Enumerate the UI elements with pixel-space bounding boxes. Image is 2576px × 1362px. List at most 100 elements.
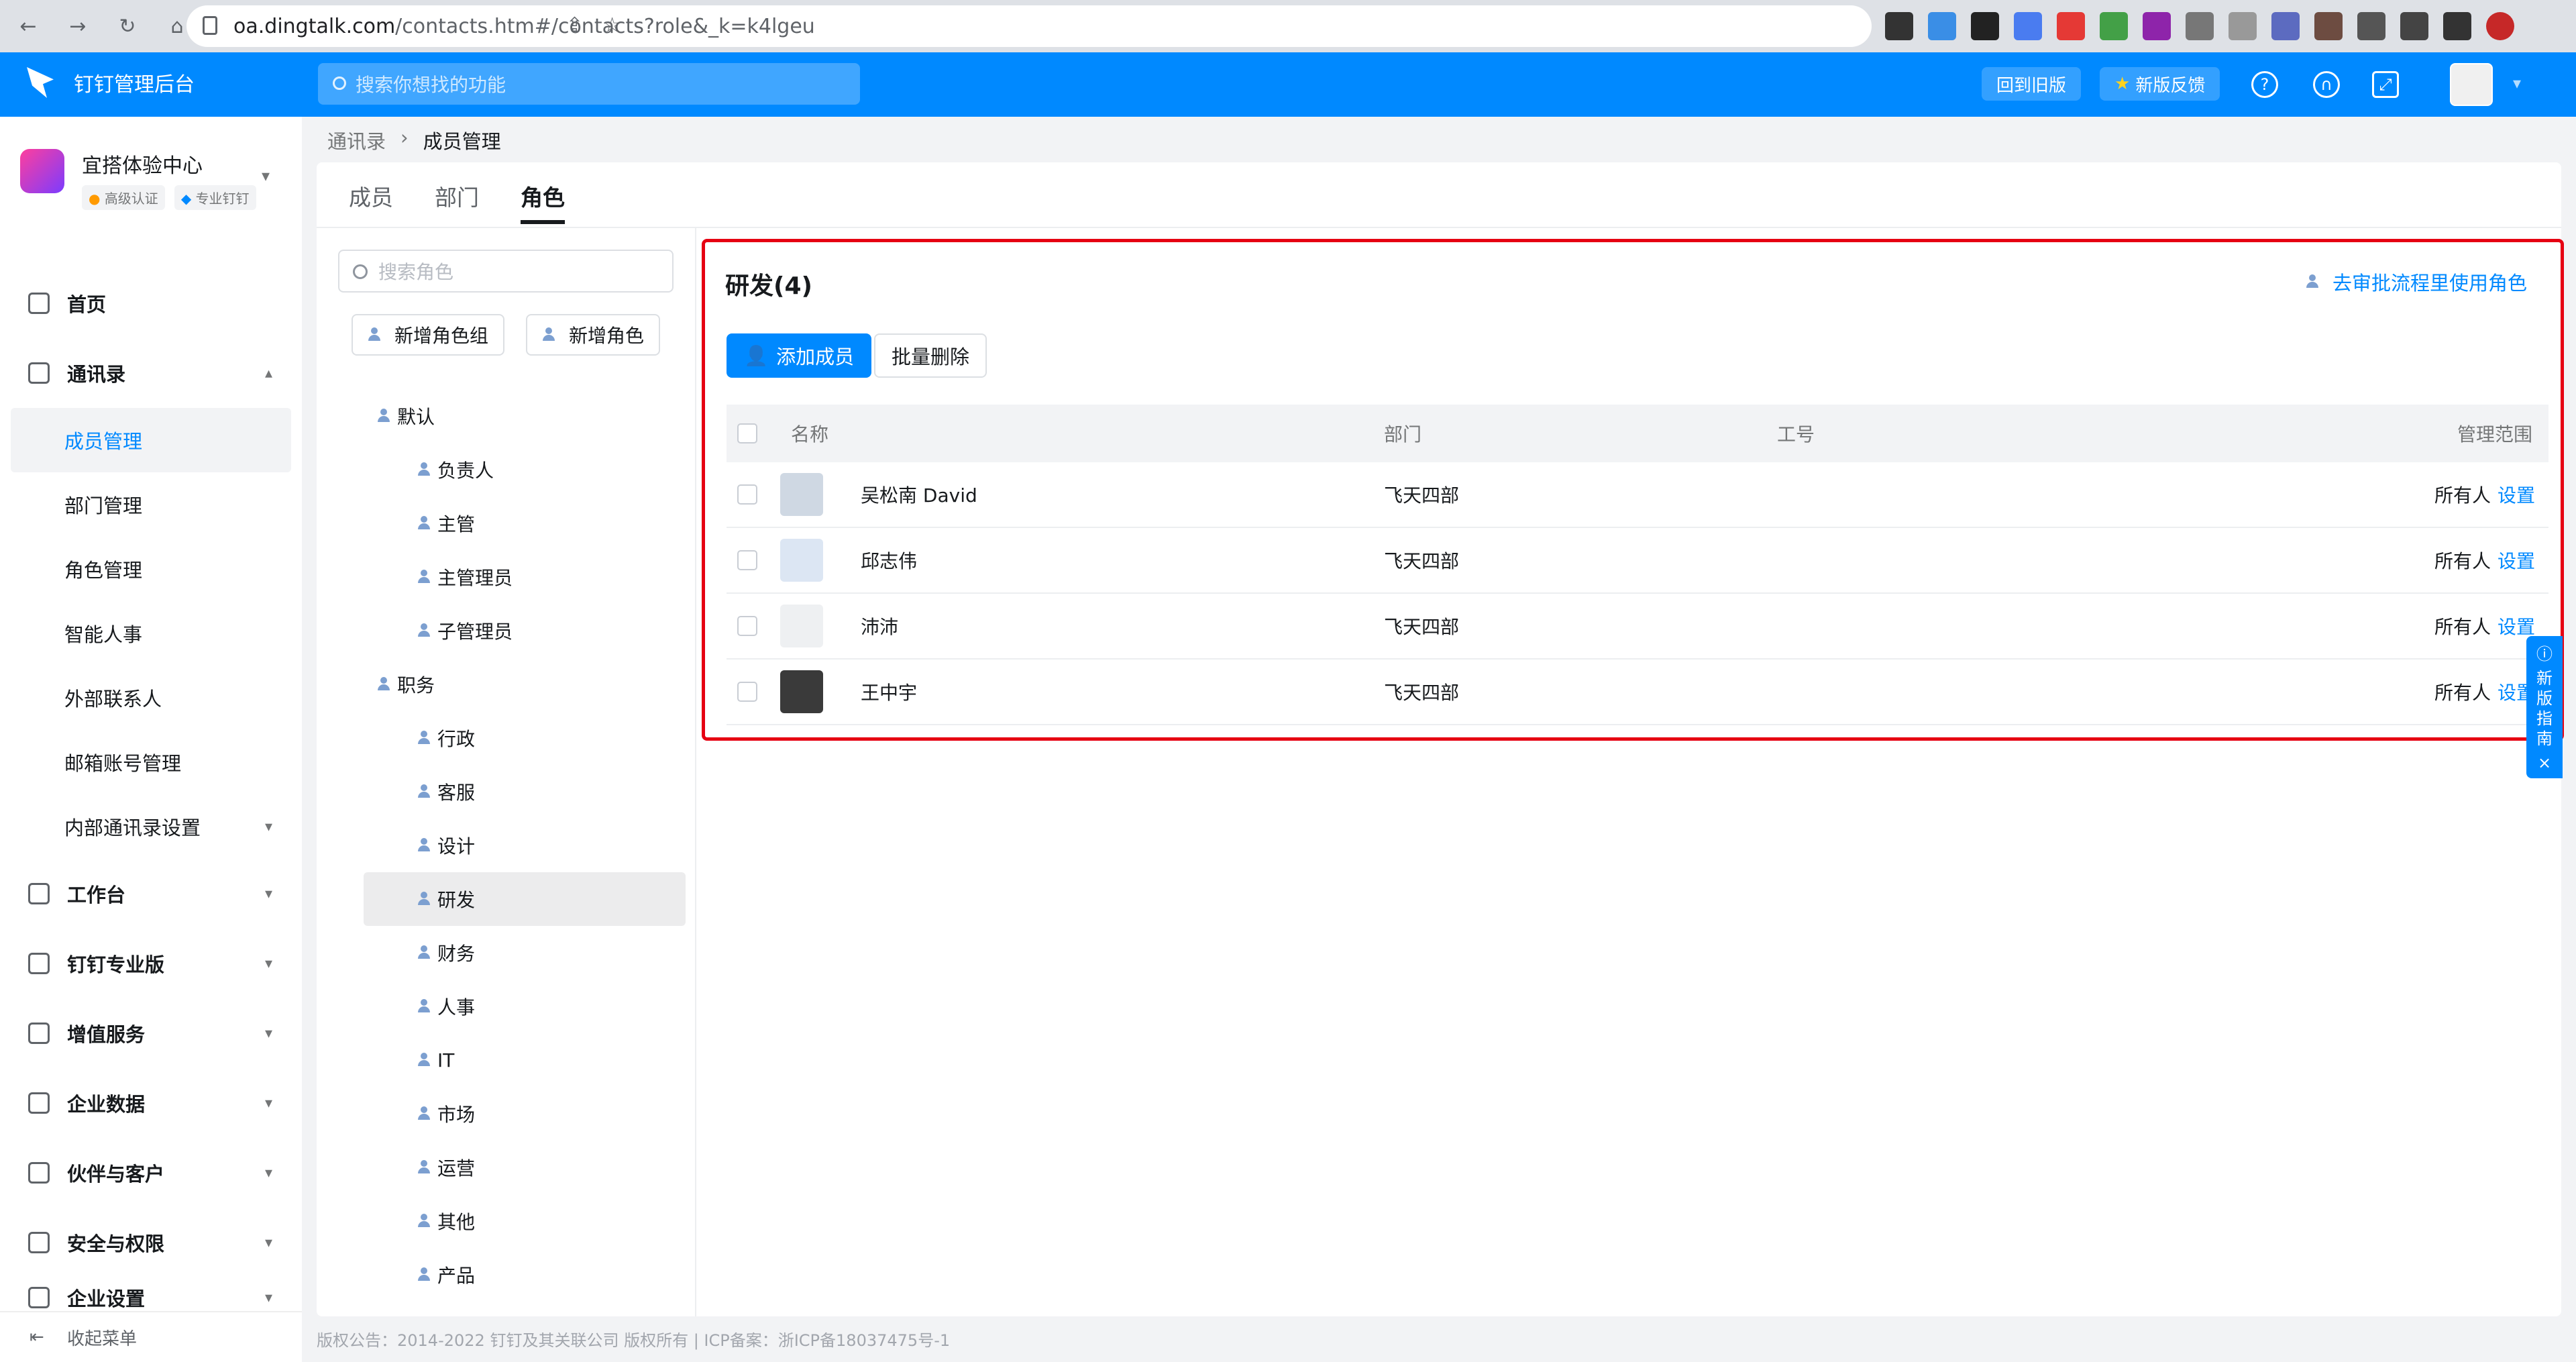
reload-icon[interactable]: ↻ xyxy=(113,15,142,38)
extension-icon[interactable] xyxy=(2014,12,2042,40)
table-header: 名称 部门 工号 管理范围 xyxy=(727,405,2548,462)
role-item-owner[interactable]: 负责人 xyxy=(364,443,686,496)
help-icon[interactable]: ? xyxy=(2251,71,2278,98)
role-item-main-admin[interactable]: 主管理员 xyxy=(364,550,686,604)
sidebar-item-member-management[interactable]: 成员管理 xyxy=(11,408,291,472)
feedback-button[interactable]: ★ 新版反馈 xyxy=(2100,67,2220,101)
sidebar-item-dingtalk-pro[interactable]: 钉钉专业版 ▾ xyxy=(0,929,302,998)
back-icon[interactable]: ← xyxy=(13,15,43,38)
side-panel-icon[interactable] xyxy=(2443,12,2471,40)
collapse-menu-button[interactable]: ⇤ 收起菜单 xyxy=(0,1311,302,1362)
add-role-group-button[interactable]: 新增角色组 xyxy=(352,314,505,356)
puzzle-icon[interactable] xyxy=(2400,12,2428,40)
sidebar-item-email-accounts[interactable]: 邮箱账号管理 xyxy=(0,730,302,794)
role-item-support[interactable]: 客服 xyxy=(364,765,686,819)
row-checkbox[interactable] xyxy=(737,682,757,702)
role-detail-panel: 研发(4) 去审批流程里使用角色 👤 添加成员 批量删除 名称 部门 工号 管理范… xyxy=(696,228,2564,1316)
user-icon xyxy=(417,999,431,1014)
fullscreen-icon[interactable]: ⤢ xyxy=(2372,71,2399,98)
brand[interactable]: 钉钉管理后台 xyxy=(27,67,195,98)
scope-settings-link[interactable]: 设置 xyxy=(2498,550,2535,572)
member-dept: 飞天四部 xyxy=(1384,484,1460,507)
function-search-input[interactable]: 搜索你想找的功能 xyxy=(318,63,860,105)
role-item-it[interactable]: IT xyxy=(364,1033,686,1087)
extension-icon[interactable] xyxy=(2057,12,2085,40)
user-avatar[interactable] xyxy=(2450,63,2493,106)
tab-departments[interactable]: 部门 xyxy=(435,180,479,224)
chevron-down-icon[interactable]: ▾ xyxy=(2513,74,2521,93)
trend-icon xyxy=(28,1023,50,1044)
profile-icon[interactable] xyxy=(2486,12,2514,40)
scope-value: 所有人 xyxy=(2434,484,2491,507)
sidebar-item-security[interactable]: 安全与权限 ▾ xyxy=(0,1208,302,1277)
role-title: 研发(4) xyxy=(725,272,812,300)
sidebar-item-value-added[interactable]: 增值服务 ▾ xyxy=(0,998,302,1068)
bookmark-icon xyxy=(28,1162,50,1184)
role-item-rnd[interactable]: 研发 xyxy=(364,872,686,926)
role-group-label: 职务 xyxy=(397,674,435,696)
role-item-design[interactable]: 设计 xyxy=(364,819,686,872)
tab-members[interactable]: 成员 xyxy=(349,180,393,224)
role-item-marketing[interactable]: 市场 xyxy=(364,1087,686,1141)
breadcrumb-parent[interactable]: 通讯录 xyxy=(327,126,386,154)
sidebar-item-external-contacts[interactable]: 外部联系人 xyxy=(0,666,302,730)
sidebar-item-workbench[interactable]: 工作台 ▾ xyxy=(0,859,302,929)
extension-icon[interactable] xyxy=(1885,12,1913,40)
table-row: 吴松南 David 飞天四部 所有人 设置 xyxy=(727,462,2548,528)
close-icon[interactable]: × xyxy=(2526,753,2563,773)
row-checkbox[interactable] xyxy=(737,616,757,636)
sidebar-item-role-management[interactable]: 角色管理 xyxy=(0,537,302,601)
extension-icon[interactable] xyxy=(2100,12,2128,40)
member-dept: 飞天四部 xyxy=(1384,550,1460,572)
role-item-finance[interactable]: 财务 xyxy=(364,926,686,980)
extension-icon[interactable] xyxy=(2271,12,2300,40)
role-item-hr[interactable]: 人事 xyxy=(364,980,686,1033)
role-group-position[interactable]: 职务 xyxy=(364,658,686,711)
new-version-guide-button[interactable]: ⓘ 新版指南 × xyxy=(2526,636,2563,778)
tab-roles[interactable]: 角色 xyxy=(521,180,565,224)
extension-icon[interactable] xyxy=(1928,12,1956,40)
role-item-operations[interactable]: 运营 xyxy=(364,1141,686,1194)
member-name: 沛沛 xyxy=(861,616,899,638)
role-item-admin[interactable]: 行政 xyxy=(364,711,686,765)
sidebar-item-partners[interactable]: 伙伴与客户 ▾ xyxy=(0,1138,302,1208)
role-item-sub-admin[interactable]: 子管理员 xyxy=(364,604,686,658)
add-role-button[interactable]: 新增角色 xyxy=(526,314,661,356)
role-item-product[interactable]: 产品 xyxy=(364,1248,686,1302)
row-checkbox[interactable] xyxy=(737,550,757,570)
sidebar-item-internal-contacts-settings[interactable]: 内部通讯录设置 ▾ xyxy=(0,794,302,859)
add-member-button[interactable]: 👤 添加成员 xyxy=(727,333,872,378)
forward-icon[interactable]: → xyxy=(63,15,93,38)
extension-icon[interactable] xyxy=(2143,12,2171,40)
role-item-label: 人事 xyxy=(437,996,476,1018)
scope-settings-link[interactable]: 设置 xyxy=(2498,484,2535,507)
sidebar-item-home[interactable]: 首页 xyxy=(0,268,302,338)
chevron-down-icon[interactable]: ▾ xyxy=(262,166,270,185)
batch-delete-button[interactable]: 批量删除 xyxy=(874,333,987,378)
chevron-down-icon: ▾ xyxy=(264,818,272,835)
scope-settings-link[interactable]: 设置 xyxy=(2498,616,2535,638)
role-group-label: 默认 xyxy=(397,406,435,428)
member-name: 王中宇 xyxy=(861,682,918,704)
extension-icon[interactable] xyxy=(2186,12,2214,40)
sidebar-item-contacts[interactable]: 通讯录 ▴ xyxy=(0,338,302,408)
role-item-supervisor[interactable]: 主管 xyxy=(364,496,686,550)
sidebar-item-enterprise-data[interactable]: 企业数据 ▾ xyxy=(0,1068,302,1138)
old-version-button[interactable]: 回到旧版 xyxy=(1982,67,2082,101)
role-group-default[interactable]: 默认 xyxy=(364,389,686,443)
extension-icon[interactable] xyxy=(2357,12,2385,40)
sidebar-item-department-management[interactable]: 部门管理 xyxy=(0,472,302,537)
role-item-other[interactable]: 其他 xyxy=(364,1194,686,1248)
approval-role-link[interactable]: 去审批流程里使用角色 xyxy=(2306,268,2527,296)
select-all-checkbox[interactable] xyxy=(737,423,757,443)
extension-icon[interactable] xyxy=(1971,12,1999,40)
org-switcher[interactable]: 宜搭体验中心 ● 高级认证 ◆ 专业钉钉 xyxy=(20,149,256,210)
address-bar[interactable]: oa.dingtalk.com/contacts.htm#/contacts?r… xyxy=(186,5,1872,47)
role-search-input[interactable]: 搜索角色 xyxy=(338,250,674,293)
headset-icon[interactable]: ∩ xyxy=(2313,71,2340,98)
extension-icon[interactable] xyxy=(2314,12,2343,40)
sidebar-item-smart-hr[interactable]: 智能人事 xyxy=(0,601,302,666)
user-add-icon xyxy=(542,327,555,342)
row-checkbox[interactable] xyxy=(737,484,757,505)
extension-icon[interactable] xyxy=(2229,12,2257,40)
